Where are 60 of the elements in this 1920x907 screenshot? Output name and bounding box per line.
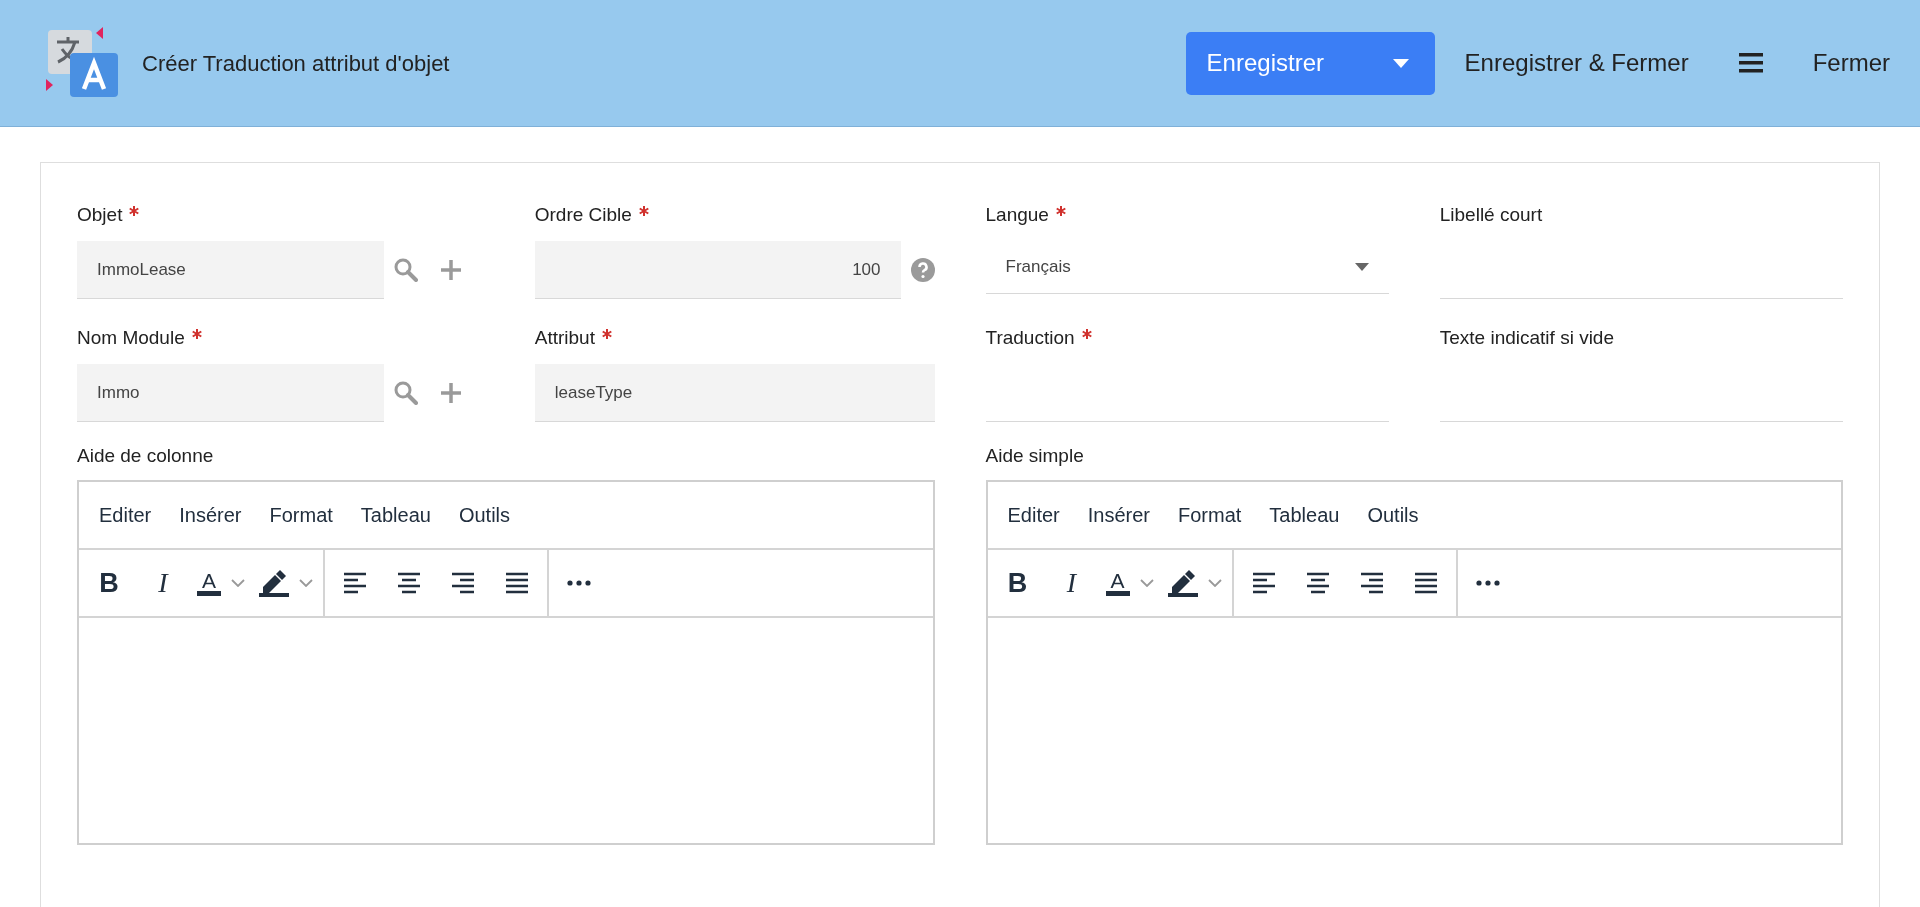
align-center-icon [1305,571,1330,595]
field-label: Attribut [534,325,595,350]
menu-item[interactable]: Format [269,500,333,530]
marker-icon [1167,569,1198,597]
field-label: Texte indicatif si vide [1439,325,1614,350]
save-button[interactable]: Enregistrer [1185,31,1435,95]
align-right-icon [1359,571,1384,595]
chevron-icon [231,579,245,587]
menu-item[interactable]: Outils [458,500,511,530]
more-icon [1475,580,1500,586]
italic-button[interactable]: I [143,563,183,603]
plus-icon[interactable] [440,259,462,281]
menu-item[interactable]: Insérer [179,500,242,530]
menu-icon [1738,53,1763,73]
bold-button[interactable]: B [997,563,1038,603]
caret-icon [1354,263,1369,271]
chevron-icon [1139,579,1154,587]
language-dropdown[interactable]: Français [985,241,1389,294]
field-label: Objet [77,202,123,227]
menu-item[interactable]: Format [1178,500,1242,530]
align-center-icon [397,571,421,595]
translate-icon [44,27,120,99]
menu-item[interactable]: Editer [1007,500,1060,530]
align-left-icon [1251,571,1276,595]
plus-icon[interactable] [440,382,462,404]
number-field[interactable]: 100 [534,241,901,299]
align-left-icon [343,571,367,595]
marker-icon [259,569,289,597]
input-field[interactable]: leaseType [534,364,935,422]
text-color-button[interactable]: A [197,563,245,603]
field-label: Nom Module [77,325,185,350]
menu-item[interactable]: Tableau [1269,500,1340,530]
chevron-icon [299,579,313,587]
align-right-icon [451,571,475,595]
toolbar-link[interactable]: Fermer [1810,45,1892,81]
caret-icon [1392,58,1409,68]
menu-item[interactable]: Insérer [1087,500,1150,530]
window-title: Créer Traduction attribut d'objet [142,49,451,78]
justify-icon [1413,571,1438,595]
menu-item[interactable]: Tableau [360,500,431,530]
field-label: Aide de colonne [77,444,215,468]
toolbar-link[interactable]: Enregistrer & Fermer [1462,45,1691,81]
field-label: Ordre Cible [534,202,632,227]
more-icon [567,580,591,586]
field-label: Aide simple [985,444,1085,468]
field-label: Traduction [985,325,1075,350]
menu-item[interactable]: Outils [1367,500,1419,530]
search-icon[interactable] [394,381,418,405]
bold-button[interactable]: B [89,563,129,603]
input-field[interactable]: Immo [77,364,384,422]
input-field[interactable]: ImmoLease [77,241,384,299]
field-label: Langue [985,202,1049,227]
italic-button[interactable]: I [1051,563,1092,603]
field-label: Libellé court [1439,202,1543,227]
menu-item[interactable]: Editer [99,500,152,530]
help-icon[interactable] [910,258,935,282]
search-icon[interactable] [394,258,418,282]
chevron-icon [1207,579,1222,587]
text-color-button[interactable]: A [1105,563,1154,603]
justify-icon [505,571,529,595]
